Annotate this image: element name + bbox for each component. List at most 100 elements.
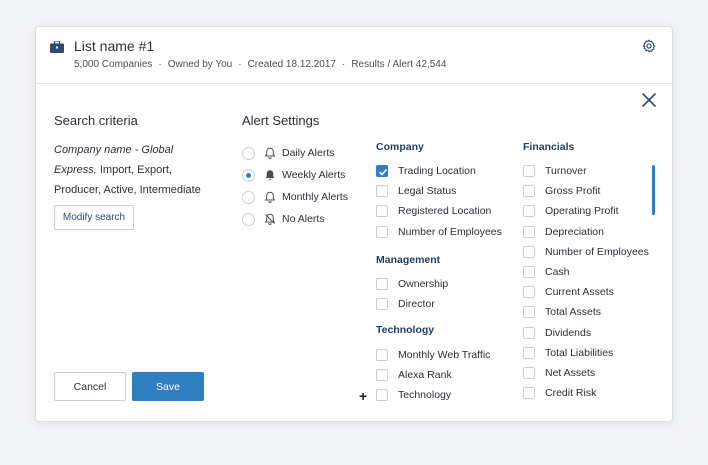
checkbox-label: Operating Profit: [545, 205, 619, 218]
bell-filled-icon: [265, 170, 275, 181]
checkbox-label: Current Assets: [545, 286, 614, 299]
checkbox-item-total-assets[interactable]: Total Assets: [523, 302, 649, 322]
checkbox[interactable]: [376, 298, 388, 311]
checkbox-label: Depreciation: [545, 225, 604, 238]
checkbox-item-net-assets[interactable]: Net Assets: [523, 363, 649, 383]
company-section-title: Company: [376, 141, 424, 153]
checkbox-item-ownership[interactable]: Ownership: [376, 274, 448, 294]
alert-option-label: Daily Alerts: [282, 147, 335, 159]
checkbox-checked[interactable]: [376, 165, 388, 178]
alert-settings-panel: List name #1 5,000 Companies · Owned by Yo…: [35, 26, 673, 422]
checkbox-item-monthly-web-traffic[interactable]: Monthly Web Traffic: [376, 345, 490, 365]
radio-button[interactable]: [242, 190, 255, 204]
checkbox-label: Director: [398, 298, 435, 311]
checkbox[interactable]: [376, 349, 388, 362]
checkbox-item-registered-location[interactable]: Registered Location: [376, 201, 502, 221]
checkbox[interactable]: [523, 165, 535, 178]
checkbox-item-director[interactable]: Director: [376, 294, 448, 314]
management-section-title: Management: [376, 254, 441, 266]
checkbox-item-turnover[interactable]: Turnover: [523, 161, 649, 181]
alert-option-none[interactable]: No Alerts: [242, 208, 348, 230]
checkbox-item-number-of-employees[interactable]: Number of Employees: [376, 222, 502, 242]
checkbox[interactable]: [523, 326, 535, 339]
checkbox[interactable]: [376, 369, 388, 382]
checkbox-label: Legal Status: [398, 185, 457, 198]
bell-icon: [264, 191, 276, 203]
bell-icon: [264, 147, 276, 159]
checkbox-label: Cash: [545, 266, 570, 279]
checkbox-item-dividends[interactable]: Dividends: [523, 323, 649, 343]
checkbox[interactable]: [376, 389, 388, 402]
checkbox-item-legal-status[interactable]: Legal Status: [376, 181, 502, 201]
checkbox[interactable]: [376, 225, 388, 238]
alert-settings-title: Alert Settings: [242, 113, 320, 128]
checkbox-item-gross-profit[interactable]: Gross Profit: [523, 181, 649, 201]
checkbox[interactable]: [523, 346, 535, 359]
financials-section-title: Financials: [523, 141, 575, 153]
checkbox-item-operating-profit[interactable]: Operating Profit: [523, 201, 649, 221]
checkbox-label: Gross Profit: [545, 185, 601, 198]
scrollbar-thumb[interactable]: [652, 165, 655, 215]
checkbox[interactable]: [376, 185, 388, 198]
management-checklist: Ownership Director: [376, 274, 448, 314]
created-date: Created 18.12.2017: [247, 59, 336, 70]
separator: ·: [238, 59, 242, 70]
technology-section-title: Technology: [376, 324, 435, 336]
checkbox-item-trading-location[interactable]: Trading Location: [376, 161, 502, 181]
separator: ·: [341, 59, 346, 70]
add-cursor-icon: +: [359, 388, 368, 404]
alert-option-monthly[interactable]: Monthly Alerts: [242, 186, 348, 208]
radio-button[interactable]: [242, 146, 255, 160]
checkbox-item-technology[interactable]: Technology: [376, 385, 490, 405]
results-count: Results / Alert 42,544: [351, 59, 447, 70]
checkbox-item-number-of-employees[interactable]: Number of Employees: [523, 242, 649, 262]
checkbox-item-current-assets[interactable]: Current Assets: [523, 282, 649, 302]
checkbox-label: Net Assets: [545, 366, 596, 379]
owner-info: Owned by You: [167, 59, 233, 70]
alert-option-label: Monthly Alerts: [282, 191, 348, 203]
checkbox[interactable]: [523, 286, 535, 299]
checkbox-label: Number of Employees: [545, 245, 649, 258]
checkbox-label: Monthly Web Traffic: [398, 349, 491, 362]
checkbox-item-total-liabilities[interactable]: Total Liabilities: [523, 343, 649, 363]
checkbox-item-depreciation[interactable]: Depreciation: [523, 222, 649, 242]
company-checklist: Trading Location Legal Status Registered…: [376, 161, 502, 242]
checkbox-label: Total Liabilities: [545, 346, 614, 359]
search-criteria-description: Company name - Global Express, Import, E…: [54, 140, 214, 200]
checkbox-label: Credit Risk: [545, 387, 597, 400]
technology-checklist: Monthly Web Traffic Alexa Rank Technolog…: [376, 345, 490, 406]
checkbox-item-alexa-rank[interactable]: Alexa Rank: [376, 365, 490, 385]
checkbox[interactable]: [376, 278, 388, 291]
checkbox[interactable]: [523, 245, 535, 258]
checkbox[interactable]: [376, 205, 388, 218]
briefcase-icon: [50, 41, 64, 53]
checkmark-icon: [378, 169, 388, 176]
checkbox[interactable]: [523, 387, 535, 400]
checkbox[interactable]: [523, 205, 535, 218]
checkbox[interactable]: [523, 366, 535, 379]
checkbox[interactable]: [523, 185, 535, 198]
checkbox-label: Dividends: [545, 326, 592, 339]
checkbox-item-cash[interactable]: Cash: [523, 262, 649, 282]
checkbox-label: Turnover: [545, 165, 587, 178]
checkbox[interactable]: [523, 306, 535, 319]
radio-button-selected[interactable]: [242, 168, 255, 182]
close-icon[interactable]: [642, 93, 656, 107]
alert-option-weekly[interactable]: Weekly Alerts: [242, 164, 348, 186]
modify-search-button[interactable]: Modify search: [54, 205, 134, 230]
checkbox-item-credit-risk[interactable]: Credit Risk: [523, 383, 649, 403]
gear-icon[interactable]: [642, 39, 656, 53]
checkbox[interactable]: [523, 266, 535, 279]
list-title: List name #1: [74, 38, 155, 54]
checkbox-label: Total Assets: [545, 306, 602, 319]
checkbox-label: Technology: [398, 389, 452, 402]
cancel-button[interactable]: Cancel: [54, 372, 126, 401]
list-header: List name #1 5,000 Companies · Owned by Yo…: [36, 27, 672, 84]
separator: ·: [158, 59, 162, 70]
checkbox-label: Alexa Rank: [398, 369, 452, 382]
list-meta: 5,000 Companies · Owned by You · Created 18.…: [74, 59, 446, 70]
radio-button[interactable]: [242, 212, 255, 226]
checkbox[interactable]: [523, 225, 535, 238]
alert-option-daily[interactable]: Daily Alerts: [242, 142, 348, 164]
save-button[interactable]: Save: [132, 372, 204, 401]
